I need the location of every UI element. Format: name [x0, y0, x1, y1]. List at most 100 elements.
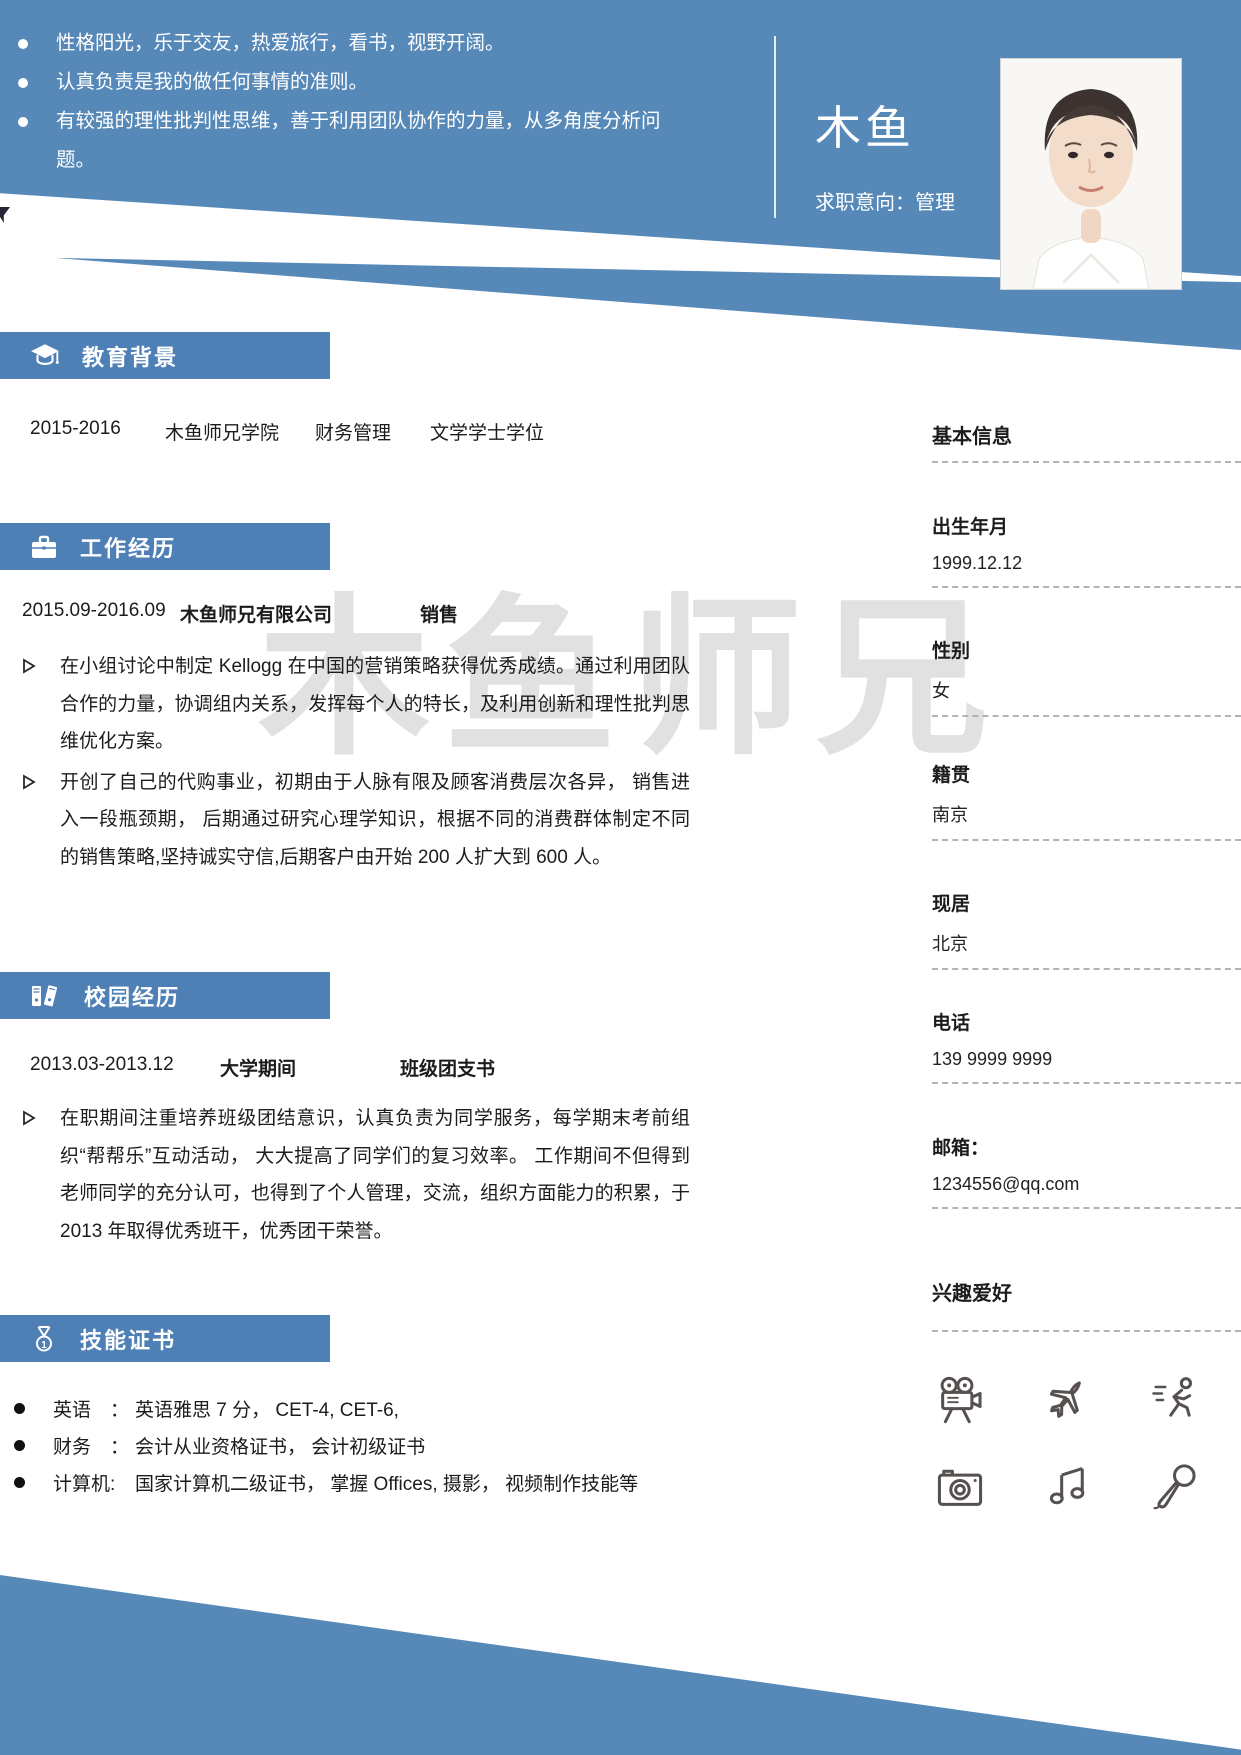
- summary-item: 性格阳光，乐于交友，热爱旅行，看书，视野开阔。: [18, 24, 678, 63]
- skill-item-computer: 计算机: 国家计算机二级证书， 掌握 Offices, 摄影， 视频制作技能等: [14, 1469, 638, 1496]
- work-bullet-text: 在小组讨论中制定 Kellogg 在中国的营销策略获得优秀成绩。通过利用团队合作…: [60, 648, 690, 761]
- work-bullets: 在小组讨论中制定 Kellogg 在中国的营销策略获得优秀成绩。通过利用团队合作…: [22, 648, 690, 876]
- medal-icon: 1: [30, 1325, 58, 1353]
- summary-item: 有较强的理性批判性思维，善于利用团队协作的力量，从多角度分析问题。: [18, 102, 678, 180]
- dashed-divider: [932, 1082, 1241, 1084]
- candidate-name: 木鱼: [815, 92, 915, 158]
- skill-label: 计算机:: [53, 1469, 135, 1496]
- microphone-icon: [1148, 1461, 1200, 1518]
- arrow-bullet-icon: [22, 764, 60, 877]
- dashed-divider: [932, 839, 1241, 841]
- summary-text: 认真负责是我的做任何事情的准则。: [56, 71, 368, 93]
- campus-bullet-item: 在职期间注重培养班级团结意识，认真负责为同学服务，每学期末考前组织“帮帮乐”互动…: [22, 1100, 690, 1250]
- dashed-divider: [932, 1330, 1241, 1332]
- skill-value: 国家计算机二级证书， 掌握 Offices, 摄影， 视频制作技能等: [135, 1469, 638, 1496]
- summary-list: 性格阳光，乐于交友，热爱旅行，看书，视野开阔。 认真负责是我的做任何事情的准则。…: [18, 24, 698, 180]
- arrow-bullet-icon: [22, 1100, 60, 1250]
- section-title: 教育背景: [82, 340, 178, 372]
- bullet-dot-icon: [14, 1440, 25, 1451]
- music-note-icon: [1040, 1461, 1092, 1518]
- profile-value: 南京: [932, 801, 1241, 827]
- profile-item-gender: 性别 女: [932, 636, 1241, 717]
- education-degree: 文学学士学位: [430, 418, 544, 445]
- bullet-dot-icon: [18, 117, 28, 127]
- profile-photo: [1000, 58, 1182, 290]
- profile-label: 籍贯: [932, 760, 1241, 787]
- dashed-divider: [932, 586, 1241, 588]
- section-bar-skills: 1 技能证书: [0, 1315, 330, 1362]
- profile-section-header: 基本信息: [932, 420, 1241, 463]
- dashed-divider: [932, 968, 1241, 970]
- profile-label: 现居: [932, 889, 1241, 916]
- left-edge-mark: [0, 207, 10, 223]
- graduation-cap-icon: [30, 343, 60, 369]
- summary-item: 认真负责是我的做任何事情的准则。: [18, 63, 678, 102]
- education-school: 木鱼师兄学院: [165, 418, 279, 445]
- dashed-divider: [932, 715, 1241, 717]
- airplane-icon: [1040, 1374, 1092, 1431]
- profile-value: 139 9999 9999: [932, 1049, 1241, 1070]
- profile-item-email: 邮箱： 1234556@qq.com: [932, 1133, 1241, 1209]
- video-camera-icon: [934, 1374, 986, 1431]
- svg-text:1: 1: [41, 1340, 47, 1351]
- profile-label: 出生年月: [932, 512, 1241, 539]
- profile-value: 1234556@qq.com: [932, 1174, 1241, 1195]
- profile-value: 北京: [932, 930, 1241, 956]
- profile-label: 电话: [932, 1008, 1241, 1035]
- dashed-divider: [932, 1207, 1241, 1209]
- skill-label: 财务 ：: [53, 1432, 135, 1459]
- profile-item-residence: 现居 北京: [932, 889, 1241, 970]
- bullet-dot-icon: [14, 1477, 25, 1488]
- briefcase-icon: [30, 534, 58, 560]
- profile-value: 女: [932, 677, 1241, 703]
- footer-wedge: [0, 1575, 1241, 1755]
- profile-value: 1999.12.12: [932, 553, 1241, 574]
- work-period: 2015.09-2016.09: [22, 600, 166, 622]
- campus-place: 大学期间: [220, 1054, 296, 1081]
- header-divider: [774, 36, 776, 218]
- campus-role: 班级团支书: [400, 1054, 495, 1081]
- summary-text: 性格阳光，乐于交友，热爱旅行，看书，视野开阔。: [56, 32, 505, 54]
- books-icon: [30, 983, 62, 1009]
- dashed-divider: [932, 461, 1241, 463]
- profile-item-birth: 出生年月 1999.12.12: [932, 512, 1241, 588]
- section-title: 校园经历: [84, 980, 180, 1012]
- arrow-bullet-icon: [22, 648, 60, 761]
- education-major: 财务管理: [315, 418, 391, 445]
- profile-item-phone: 电话 139 9999 9999: [932, 1008, 1241, 1084]
- bullet-dot-icon: [18, 39, 28, 49]
- work-bullet-item: 开创了自己的代购事业，初期由于人脉有限及顾客消费层次各异， 销售进入一段瓶颈期，…: [22, 764, 690, 877]
- work-bullet-text: 开创了自己的代购事业，初期由于人脉有限及顾客消费层次各异， 销售进入一段瓶颈期，…: [60, 764, 690, 877]
- section-title: 工作经历: [80, 531, 176, 563]
- campus-period: 2013.03-2013.12: [30, 1054, 174, 1076]
- bullet-dot-icon: [18, 78, 28, 88]
- skill-item-finance: 财务 ： 会计从业资格证书， 会计初级证书: [14, 1432, 425, 1459]
- education-period: 2015-2016: [30, 418, 121, 440]
- skill-value: 英语雅思 7 分， CET-4, CET-6,: [135, 1395, 399, 1422]
- profile-label: 性别: [932, 636, 1241, 663]
- skill-label: 英语 ：: [53, 1395, 135, 1422]
- campus-bullet-text: 在职期间注重培养班级团结意识，认真负责为同学服务，每学期末考前组织“帮帮乐”互动…: [60, 1100, 690, 1250]
- portrait-illustration: [1001, 59, 1181, 289]
- bullet-dot-icon: [14, 1403, 25, 1414]
- hobbies-section-header: 兴趣爱好: [932, 1277, 1241, 1332]
- summary-text: 有较强的理性批判性思维，善于利用团队协作的力量，从多角度分析问题。: [56, 110, 661, 171]
- work-bullet-item: 在小组讨论中制定 Kellogg 在中国的营销策略获得优秀成绩。通过利用团队合作…: [22, 648, 690, 761]
- section-bar-work: 工作经历: [0, 523, 330, 570]
- job-intent: 求职意向：管理: [815, 186, 955, 215]
- section-title: 技能证书: [80, 1323, 176, 1355]
- running-icon: [1148, 1374, 1200, 1431]
- resume-page: 性格阳光，乐于交友，热爱旅行，看书，视野开阔。 认真负责是我的做任何事情的准则。…: [0, 0, 1241, 1755]
- work-company: 木鱼师兄有限公司: [180, 600, 332, 627]
- section-bar-campus: 校园经历: [0, 972, 330, 1019]
- profile-item-hometown: 籍贯 南京: [932, 760, 1241, 841]
- camera-icon: [934, 1461, 986, 1518]
- campus-bullets: 在职期间注重培养班级团结意识，认真负责为同学服务，每学期末考前组织“帮帮乐”互动…: [22, 1100, 690, 1250]
- work-position: 销售: [420, 600, 458, 627]
- hobbies-title: 兴趣爱好: [932, 1277, 1241, 1306]
- section-bar-education: 教育背景: [0, 332, 330, 379]
- skill-value: 会计从业资格证书， 会计初级证书: [135, 1432, 425, 1459]
- skill-item-english: 英语 ： 英语雅思 7 分， CET-4, CET-6,: [14, 1395, 399, 1422]
- profile-label: 邮箱：: [932, 1133, 1241, 1160]
- profile-title: 基本信息: [932, 420, 1241, 449]
